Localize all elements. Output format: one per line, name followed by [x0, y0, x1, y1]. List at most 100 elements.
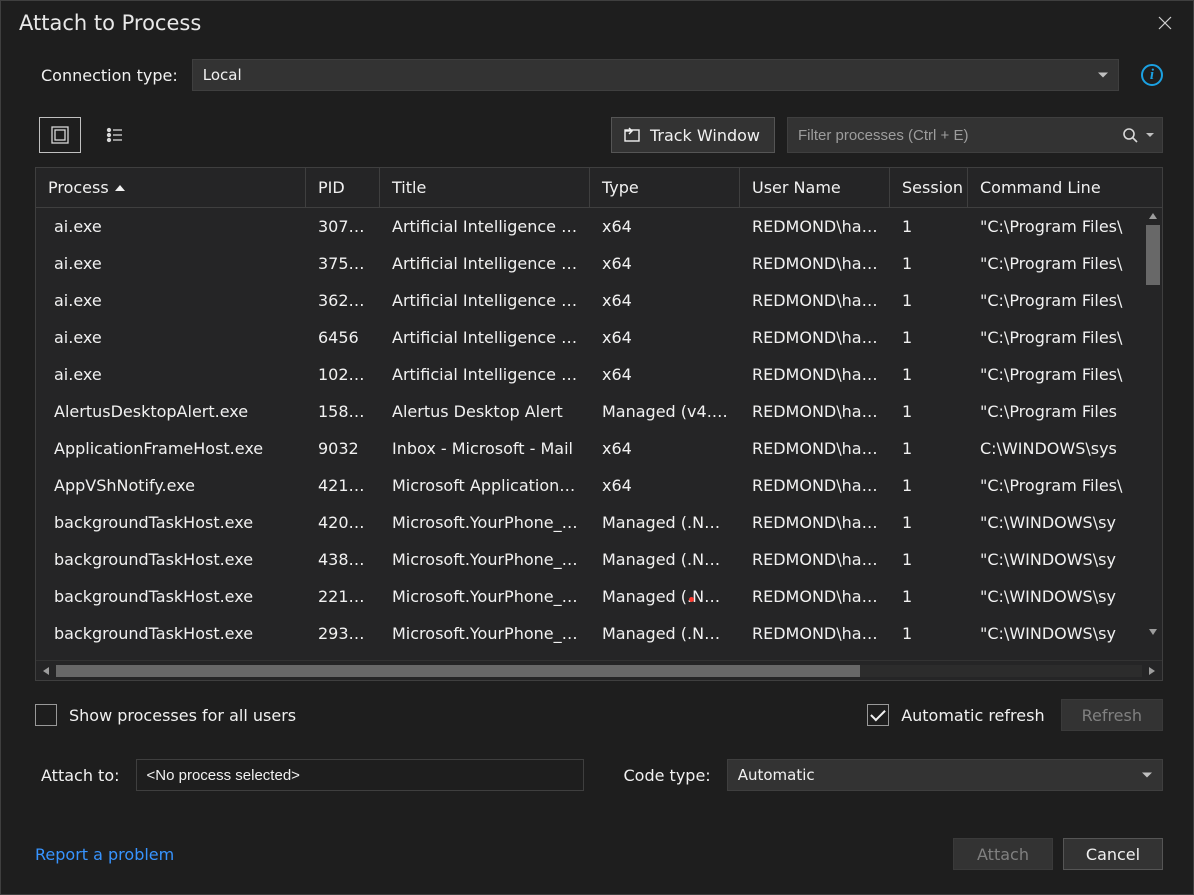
- cell-user: REDMOND\ha…: [740, 365, 890, 384]
- cell-pid: 43872: [306, 550, 380, 569]
- code-type-label: Code type:: [624, 766, 711, 785]
- cell-process: AppVShNotify.exe: [36, 476, 306, 495]
- connection-type-label: Connection type:: [41, 66, 178, 85]
- sort-ascending-icon: [115, 185, 125, 191]
- cell-process: ApplicationFrameHost.exe: [36, 439, 306, 458]
- column-header-process[interactable]: Process: [36, 168, 306, 207]
- cell-user: REDMOND\ha…: [740, 550, 890, 569]
- cell-command-line: "C:\Program Files\: [968, 291, 1162, 310]
- cell-command-line: "C:\Program Files\: [968, 476, 1162, 495]
- attach-to-field[interactable]: [136, 759, 584, 791]
- cell-command-line: C:\WINDOWS\sys: [968, 439, 1162, 458]
- cursor-indicator-icon: [689, 597, 694, 602]
- cell-type: x64: [590, 217, 740, 236]
- filter-input[interactable]: [798, 127, 1152, 144]
- view-details-button[interactable]: [39, 117, 81, 153]
- attach-to-label: Attach to:: [41, 766, 120, 785]
- column-header-user[interactable]: User Name: [740, 168, 890, 207]
- scroll-left-arrow-icon[interactable]: [36, 666, 56, 676]
- info-icon[interactable]: i: [1141, 64, 1163, 86]
- process-grid: Process PID Title Type User Name Session…: [35, 167, 1163, 681]
- cell-pid: 22160: [306, 587, 380, 606]
- scroll-right-arrow-icon[interactable]: [1142, 666, 1162, 676]
- cell-type: Managed (.NE…: [590, 587, 740, 606]
- cell-type: Managed (.NE…: [590, 513, 740, 532]
- refresh-button[interactable]: Refresh: [1061, 699, 1163, 731]
- cell-command-line: "C:\WINDOWS\sy: [968, 587, 1162, 606]
- report-problem-link[interactable]: Report a problem: [35, 845, 174, 864]
- cell-type: x64: [590, 365, 740, 384]
- table-row[interactable]: backgroundTaskHost.exe43872Microsoft.You…: [36, 541, 1162, 578]
- show-all-users-checkbox[interactable]: Show processes for all users: [35, 704, 296, 726]
- cell-type: x64: [590, 476, 740, 495]
- cell-command-line: "C:\Program Files\: [968, 254, 1162, 273]
- attach-button[interactable]: Attach: [953, 838, 1053, 870]
- cell-pid: 42100: [306, 476, 380, 495]
- cell-pid: 30792: [306, 217, 380, 236]
- column-header-pid[interactable]: PID: [306, 168, 380, 207]
- cancel-button[interactable]: Cancel: [1063, 838, 1163, 870]
- cell-process: ai.exe: [36, 291, 306, 310]
- cell-pid: 36216: [306, 291, 380, 310]
- table-row[interactable]: ai.exe37560Artificial Intelligence (A…x6…: [36, 245, 1162, 282]
- cell-user: REDMOND\ha…: [740, 217, 890, 236]
- view-tree-button[interactable]: [93, 117, 135, 153]
- filter-processes-field[interactable]: [787, 117, 1163, 153]
- table-row[interactable]: backgroundTaskHost.exe22160Microsoft.You…: [36, 578, 1162, 615]
- chevron-down-icon: [1146, 133, 1154, 137]
- cell-session: 1: [890, 291, 968, 310]
- table-row[interactable]: backgroundTaskHost.exe42048Microsoft.You…: [36, 504, 1162, 541]
- column-header-title[interactable]: Title: [380, 168, 590, 207]
- cell-title: Microsoft Application…: [380, 476, 590, 495]
- column-header-type[interactable]: Type: [590, 168, 740, 207]
- table-row[interactable]: AlertusDesktopAlert.exe15884Alertus Desk…: [36, 393, 1162, 430]
- scroll-down-arrow-icon[interactable]: [1148, 624, 1158, 640]
- attach-to-process-dialog: Attach to Process Connection type: Local…: [0, 0, 1194, 895]
- crosshair-icon: [622, 125, 642, 145]
- code-type-dropdown[interactable]: Automatic: [727, 759, 1163, 791]
- column-header-session[interactable]: Session: [890, 168, 968, 207]
- table-row[interactable]: ai.exe30792Artificial Intelligence (A…x6…: [36, 208, 1162, 245]
- track-window-label: Track Window: [650, 126, 760, 145]
- table-row[interactable]: backgroundTaskHost.exe29308Microsoft.You…: [36, 615, 1162, 652]
- cell-type: x64: [590, 439, 740, 458]
- cell-user: REDMOND\ha…: [740, 513, 890, 532]
- cell-process: ai.exe: [36, 217, 306, 236]
- cell-command-line: "C:\WINDOWS\sy: [968, 513, 1162, 532]
- cell-type: x64: [590, 328, 740, 347]
- cell-process: ai.exe: [36, 254, 306, 273]
- automatic-refresh-checkbox[interactable]: Automatic refresh: [867, 704, 1044, 726]
- scrollbar-thumb[interactable]: [56, 665, 860, 677]
- cell-command-line: "C:\Program Files\: [968, 365, 1162, 384]
- track-window-button[interactable]: Track Window: [611, 117, 775, 153]
- column-header-command-line[interactable]: Command Line: [968, 168, 1162, 207]
- table-row[interactable]: ai.exe6456Artificial Intelligence (A…x64…: [36, 319, 1162, 356]
- cell-process: ai.exe: [36, 328, 306, 347]
- cell-pid: 42048: [306, 513, 380, 532]
- connection-row: Connection type: Local i: [1, 53, 1193, 97]
- horizontal-scrollbar[interactable]: [36, 660, 1162, 680]
- checkbox-icon: [35, 704, 57, 726]
- cell-pid: 9032: [306, 439, 380, 458]
- cell-process: AlertusDesktopAlert.exe: [36, 402, 306, 421]
- cell-type: Managed (v4.0…: [590, 402, 740, 421]
- table-row[interactable]: ai.exe36216Artificial Intelligence (A…x6…: [36, 282, 1162, 319]
- cell-type: Managed (.NE…: [590, 624, 740, 643]
- code-type-value: Automatic: [738, 766, 815, 784]
- cell-session: 1: [890, 217, 968, 236]
- footer: Report a problem Attach Cancel: [1, 818, 1193, 894]
- scroll-up-arrow-icon[interactable]: [1148, 208, 1158, 224]
- cell-user: REDMOND\ha…: [740, 587, 890, 606]
- cell-process: ai.exe: [36, 365, 306, 384]
- table-row[interactable]: ApplicationFrameHost.exe9032Inbox - Micr…: [36, 430, 1162, 467]
- cell-type: x64: [590, 291, 740, 310]
- cell-session: 1: [890, 476, 968, 495]
- chevron-down-icon: [1142, 773, 1152, 778]
- cell-user: REDMOND\ha…: [740, 624, 890, 643]
- scrollbar-thumb[interactable]: [1146, 225, 1160, 285]
- vertical-scrollbar[interactable]: [1144, 208, 1162, 640]
- table-row[interactable]: AppVShNotify.exe42100Microsoft Applicati…: [36, 467, 1162, 504]
- close-button[interactable]: [1153, 11, 1177, 35]
- connection-type-dropdown[interactable]: Local: [192, 59, 1119, 91]
- table-row[interactable]: ai.exe10228Artificial Intelligence (A…x6…: [36, 356, 1162, 393]
